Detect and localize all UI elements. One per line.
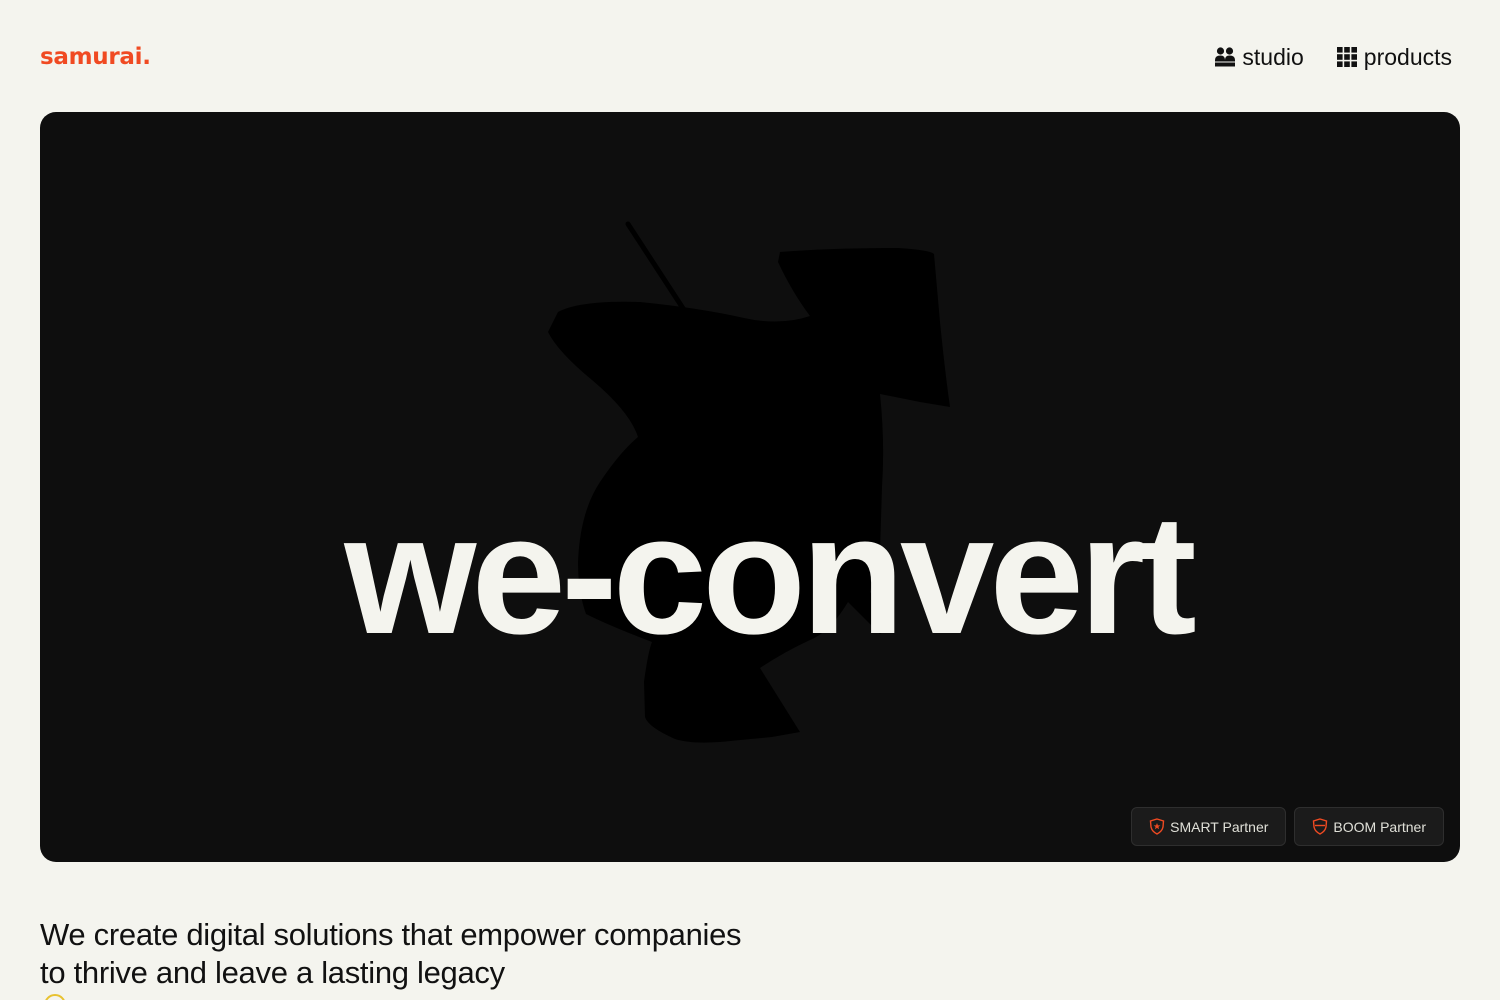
nav-label-studio: studio [1242,43,1304,70]
main-nav: studio products [1214,44,1452,71]
emoji-icon [44,994,66,1000]
nav-item-studio[interactable]: studio [1214,43,1304,71]
site-header: samurai. studio products [40,30,1452,84]
samurai-logo[interactable]: samurai. [40,44,151,70]
partner-badges: SMART Partner BOOM Partner [1131,807,1444,846]
people-icon [1215,47,1236,67]
smart-partner-badge[interactable]: SMART Partner [1131,807,1287,846]
shield-heart-icon [1313,818,1328,835]
badge-label: SMART Partner [1170,818,1269,835]
hero-banner: we-convert SMART Partner BOOM Partner [40,112,1460,862]
grid-icon [1336,47,1357,67]
badge-label: BOOM Partner [1333,818,1426,835]
nav-label-products: products [1363,43,1452,70]
intro-statement: We create digital solutions that empower… [40,917,742,990]
shield-star-icon [1149,818,1165,835]
nav-item-products[interactable]: products [1336,44,1452,71]
hero-headline: we-convert [344,480,1196,670]
boom-partner-badge[interactable]: BOOM Partner [1294,807,1444,846]
